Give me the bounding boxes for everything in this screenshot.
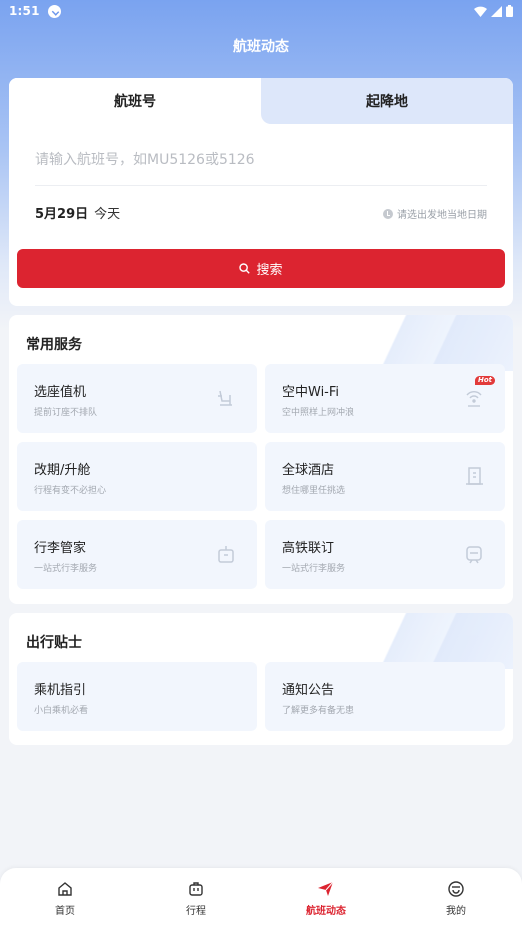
hotel-icon <box>466 467 483 485</box>
common-services-title: 常用服务 <box>26 337 82 353</box>
search-button-label: 搜索 <box>256 263 283 278</box>
panel-decoration <box>353 315 513 371</box>
nav-label: 我的 <box>446 906 466 917</box>
input-divider <box>35 185 487 186</box>
tip-announcements[interactable]: 通知公告 了解更多有备无患 <box>265 662 505 731</box>
service-reschedule-upgrade[interactable]: 改期/升舱 行程有变不必担心 <box>17 442 257 511</box>
date-hint-text: 请选出发地当地日期 <box>397 210 487 221</box>
nav-label: 首页 <box>55 906 75 917</box>
search-button[interactable]: 搜索 <box>17 249 505 288</box>
tile-subtitle: 了解更多有备无患 <box>282 706 355 716</box>
search-icon <box>239 263 251 274</box>
tile-subtitle: 想住哪里任挑选 <box>282 486 346 496</box>
tile-subtitle: 空中照样上网冲浪 <box>282 408 355 418</box>
tile-subtitle: 一站式行李服务 <box>282 564 346 574</box>
nav-flight-status[interactable]: 航班动态 <box>286 880 366 917</box>
info-icon <box>383 208 393 219</box>
date-relative-label: 今天 <box>94 207 121 222</box>
wifi-signal-icon <box>474 6 487 17</box>
service-luggage[interactable]: 行李管家 一站式行李服务 <box>17 520 257 589</box>
tile-title: 选座值机 <box>34 385 87 400</box>
travel-tips-title: 出行贴士 <box>26 635 82 651</box>
status-time: 1:51 <box>9 4 40 18</box>
flight-search-card: 航班号 起降地 5月29日 今天 请选出发地当地日期 搜索 <box>9 78 513 306</box>
status-bar: 1:51 <box>0 0 522 22</box>
nav-profile[interactable]: 我的 <box>416 880 496 917</box>
service-global-hotel[interactable]: 全球酒店 想住哪里任挑选 <box>265 442 505 511</box>
travel-tips-panel: 出行贴士 乘机指引 小白乘机必看 通知公告 了解更多有备无患 <box>9 613 513 745</box>
service-inflight-wifi[interactable]: 空中Wi-Fi 空中照样上网冲浪 Hot <box>265 364 505 433</box>
tile-title: 空中Wi-Fi <box>282 385 340 400</box>
tile-subtitle: 一站式行李服务 <box>34 564 98 574</box>
home-icon <box>58 882 72 896</box>
train-icon <box>466 546 482 564</box>
nav-label: 行程 <box>186 906 206 917</box>
tile-title: 高铁联订 <box>282 541 335 556</box>
suitcase-icon <box>189 882 203 896</box>
hot-badge: Hot <box>474 376 495 385</box>
status-icons <box>474 5 513 17</box>
service-seat-checkin[interactable]: 选座值机 提前订座不排队 <box>17 364 257 433</box>
tab-flight-number[interactable]: 航班号 <box>9 78 261 124</box>
common-services-panel: 常用服务 选座值机 提前订座不排队 空中Wi-Fi 空中照样上网冲浪 Hot 改… <box>9 315 513 604</box>
tile-title: 乘机指引 <box>34 683 87 698</box>
date-hint: 请选出发地当地日期 <box>383 206 487 221</box>
flight-number-input[interactable] <box>35 148 487 172</box>
download-icon <box>47 4 61 18</box>
bottom-navigation: 首页 行程 航班动态 我的 <box>0 868 522 928</box>
nav-trips[interactable]: 行程 <box>156 880 236 917</box>
tile-title: 改期/升舱 <box>34 463 91 478</box>
tile-title: 全球酒店 <box>282 463 335 478</box>
seat-icon <box>218 390 232 406</box>
tile-title: 通知公告 <box>282 683 335 698</box>
panel-decoration <box>353 613 513 669</box>
battery-icon <box>506 5 513 17</box>
tile-subtitle: 小白乘机必看 <box>34 706 89 716</box>
wifi-icon <box>466 391 482 407</box>
service-train-booking[interactable]: 高铁联订 一站式行李服务 <box>265 520 505 589</box>
date-value: 5月29日 <box>35 207 89 222</box>
plane-icon <box>318 881 334 896</box>
tile-subtitle: 行程有变不必担心 <box>34 486 107 496</box>
page-title: 航班动态 <box>233 39 289 55</box>
tile-title: 行李管家 <box>34 541 87 556</box>
search-tabs: 航班号 起降地 <box>9 78 513 124</box>
cell-signal-icon <box>491 5 502 17</box>
luggage-icon <box>218 546 234 563</box>
tab-departure-arrival[interactable]: 起降地 <box>261 78 513 124</box>
tip-boarding-guide[interactable]: 乘机指引 小白乘机必看 <box>17 662 257 731</box>
nav-label: 航班动态 <box>306 906 346 917</box>
profile-icon <box>448 881 464 897</box>
date-selector[interactable]: 5月29日 今天 <box>35 203 120 222</box>
nav-home[interactable]: 首页 <box>25 880 105 917</box>
tile-subtitle: 提前订座不排队 <box>34 408 98 418</box>
